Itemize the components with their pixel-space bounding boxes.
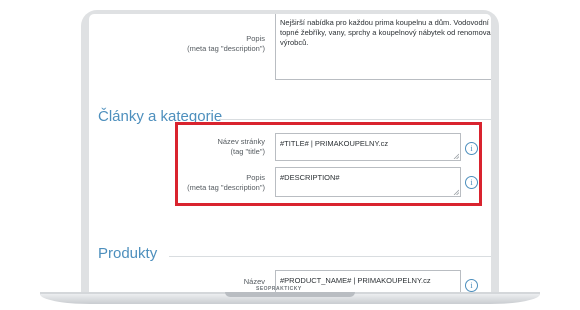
products-section-title: Produkty: [98, 245, 158, 262]
laptop-notch: [225, 292, 355, 297]
page-name-value: #TITLE# | PRIMAKOUPELNY.cz: [280, 139, 389, 148]
info-icon[interactable]: i: [465, 279, 478, 292]
description-value: #DESCRIPTION#: [280, 173, 340, 182]
description-label-main: Popis: [246, 173, 265, 182]
top-description-label-sub: (meta tag "description"): [187, 44, 265, 53]
top-description-line-1: Nejširší nabídka pro každou prima koupel…: [280, 18, 491, 27]
page-name-label-sub: (tag "title"): [230, 147, 265, 156]
description-label: Popis (meta tag "description"): [159, 173, 265, 193]
page-name-label: Název stránky (tag "title"): [175, 137, 265, 157]
top-description-line-2: topné žebříky, vany, sprchy a koupelnový…: [280, 28, 491, 37]
top-description-label: Popis (meta tag "description"): [159, 34, 265, 54]
top-description-line-3: výrobců.: [280, 38, 309, 47]
resize-grip-icon[interactable]: [453, 189, 459, 195]
page-name-textarea[interactable]: #TITLE# | PRIMAKOUPELNY.cz: [275, 133, 461, 161]
brand-logo: SEOPRAKTICKY: [256, 286, 302, 292]
product-name-value: #PRODUCT_NAME# | PRIMAKOUPELNY.cz: [280, 276, 431, 285]
info-icon[interactable]: i: [465, 142, 478, 155]
articles-section-divider: [220, 119, 491, 120]
products-section-divider: [169, 256, 491, 257]
resize-grip-icon[interactable]: [453, 153, 459, 159]
laptop-screen: Popis (meta tag "description") Nejširší …: [89, 14, 491, 295]
top-description-label-main: Popis: [246, 34, 265, 43]
product-name-label: Název: [243, 277, 265, 286]
laptop-mockup: Popis (meta tag "description") Nejširší …: [0, 0, 580, 310]
page-name-label-main: Název stránky: [217, 137, 265, 146]
info-icon[interactable]: i: [465, 176, 478, 189]
description-label-sub: (meta tag "description"): [187, 183, 265, 192]
top-description-textarea[interactable]: Nejširší nabídka pro každou prima koupel…: [275, 14, 491, 80]
description-textarea[interactable]: #DESCRIPTION#: [275, 167, 461, 197]
